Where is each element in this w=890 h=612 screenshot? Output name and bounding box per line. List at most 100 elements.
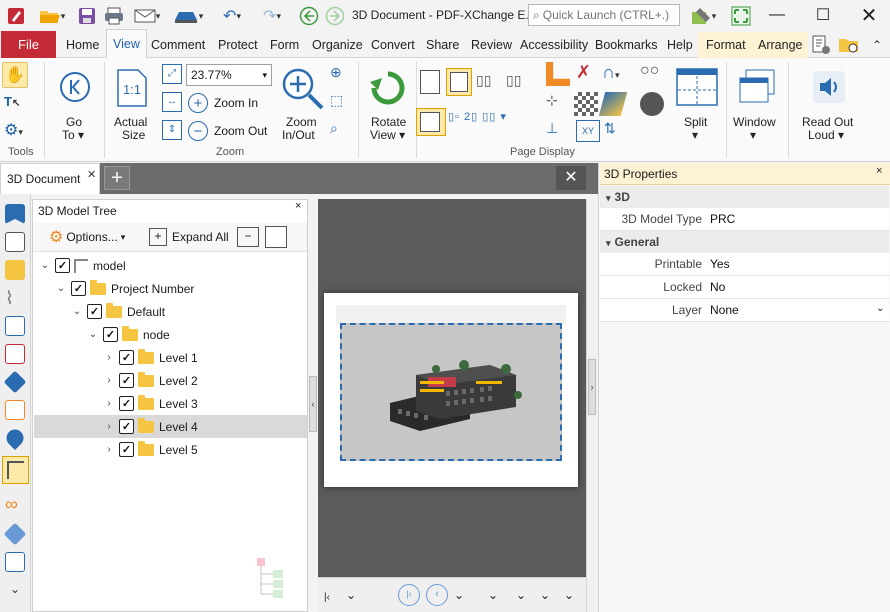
property-row-locked[interactable]: Locked No: [600, 276, 889, 299]
single-page-icon[interactable]: [420, 70, 440, 94]
print-icon[interactable]: [102, 5, 126, 27]
section-general-header[interactable]: ▾ General: [600, 231, 889, 253]
tab-protect[interactable]: Protect: [218, 32, 258, 58]
goto-button[interactable]: Go To ▾: [50, 64, 98, 144]
tab-format[interactable]: Format: [698, 32, 754, 58]
content-icon[interactable]: [5, 316, 25, 336]
tree-node[interactable]: › ✓ Level 2: [34, 369, 307, 392]
structure-icon[interactable]: [5, 552, 25, 572]
close-document-button[interactable]: ✕: [556, 166, 586, 190]
zoom-marquee-icon[interactable]: ⬚: [330, 92, 352, 114]
magnet-icon[interactable]: ∩▾: [602, 62, 628, 86]
hand-tool-icon[interactable]: ✋: [2, 62, 28, 88]
first-page-icon[interactable]: |‹: [324, 592, 330, 603]
transparency-grid-icon[interactable]: [574, 92, 598, 116]
open-folder-icon[interactable]: ▾: [34, 5, 70, 27]
3d-annotation-area[interactable]: [340, 323, 562, 461]
split-page-icon[interactable]: [416, 108, 446, 136]
tree-node[interactable]: › ✓ Level 1: [34, 346, 307, 369]
collapsed-chevron-icon[interactable]: ›: [102, 398, 116, 409]
expanded-chevron-icon[interactable]: ⌄: [86, 329, 100, 340]
glasses-icon[interactable]: ○○: [640, 62, 668, 86]
forward-icon[interactable]: [324, 5, 346, 27]
select-text-icon[interactable]: T↖: [4, 94, 30, 116]
save-icon[interactable]: [76, 5, 98, 27]
undo-icon[interactable]: ↶ ▾: [214, 5, 250, 27]
fit-page-icon[interactable]: ⤢: [162, 64, 182, 84]
collapsed-chevron-icon[interactable]: ›: [102, 421, 116, 432]
tree-node[interactable]: › ✓ Level 5: [34, 438, 307, 461]
first-page-button[interactable]: |‹: [398, 584, 420, 606]
chevron-down-icon[interactable]: ⌄: [564, 588, 574, 602]
close-panel-icon[interactable]: ×: [876, 165, 882, 177]
visibility-checkbox[interactable]: ✓: [119, 350, 134, 365]
tree-node[interactable]: ⌄ ✓ Project Number: [34, 277, 307, 300]
dark-mode-icon[interactable]: [640, 92, 664, 116]
tab-bookmarks[interactable]: Bookmarks: [595, 32, 658, 58]
read-out-loud-button[interactable]: Read Out Loud ▾: [798, 64, 860, 144]
tab-share[interactable]: Share: [426, 32, 459, 58]
folder-search-icon[interactable]: [836, 34, 862, 56]
links-icon[interactable]: ∞: [5, 494, 25, 514]
customize-icon[interactable]: ▾: [684, 5, 722, 27]
attachments-icon[interactable]: ⌇: [5, 288, 25, 308]
chevron-down-icon[interactable]: ⌄: [454, 588, 464, 602]
tab-accessibility[interactable]: Accessibility: [520, 32, 588, 58]
tree-node[interactable]: ⌄ ✓ model: [34, 254, 307, 277]
email-icon[interactable]: ▾: [130, 5, 164, 27]
doc-settings-icon[interactable]: [808, 34, 834, 56]
actual-size-button[interactable]: 1:1 Actual Size: [110, 64, 156, 144]
tree-node[interactable]: ⌄ ✓ node: [34, 323, 307, 346]
maximize-button[interactable]: ☐: [800, 0, 846, 30]
more-panes-icon[interactable]: ⌄: [5, 582, 25, 602]
collapsed-chevron-icon[interactable]: ›: [102, 444, 116, 455]
zoom-level-dropdown[interactable]: 23.77% ▾: [186, 64, 272, 86]
tab-review[interactable]: Review: [471, 32, 512, 58]
property-row-printable[interactable]: Printable Yes: [600, 253, 889, 276]
tab-comment[interactable]: Comment: [151, 32, 205, 58]
chevron-down-icon[interactable]: ⌄: [876, 303, 884, 314]
tab-convert[interactable]: Convert: [371, 32, 415, 58]
right-splitter-handle[interactable]: ›: [588, 359, 596, 415]
scan-icon[interactable]: ▾: [168, 5, 208, 27]
tab-organize[interactable]: Organize: [312, 32, 363, 58]
zoom-in-button[interactable]: + Zoom In: [188, 92, 272, 114]
panel-splitter-handle[interactable]: ‹: [309, 376, 317, 432]
previous-page-button[interactable]: ‹: [426, 584, 448, 606]
loupe-icon[interactable]: ⌕: [330, 120, 352, 142]
visibility-checkbox[interactable]: ✓: [87, 304, 102, 319]
expanded-chevron-icon[interactable]: ⌄: [38, 260, 52, 271]
fit-visible-icon[interactable]: ⇕: [162, 120, 182, 140]
tab-home[interactable]: Home: [66, 32, 99, 58]
close-tab-icon[interactable]: ✕: [87, 168, 96, 181]
grid-icon[interactable]: ⊹: [546, 92, 570, 116]
minimize-button[interactable]: —: [754, 0, 800, 30]
scroll-down-icon[interactable]: ⌄: [346, 588, 356, 602]
rotate-view-button[interactable]: Rotate View ▾: [362, 64, 414, 144]
collapsed-chevron-icon[interactable]: ›: [102, 352, 116, 363]
visibility-checkbox[interactable]: ✓: [55, 258, 70, 273]
zoom-magnify-icon[interactable]: ⊕: [330, 64, 352, 86]
section-3d-header[interactable]: ▾ 3D: [600, 186, 889, 208]
tree-node[interactable]: › ✓ Level 3: [34, 392, 307, 415]
guides-icon[interactable]: ✗: [576, 62, 598, 86]
quick-launch-box[interactable]: ⌕: [528, 4, 680, 26]
tab-view[interactable]: View: [106, 29, 147, 58]
fit-width-icon[interactable]: ↔: [162, 92, 182, 112]
redo-icon[interactable]: ↷ ▾: [254, 5, 290, 27]
snapshot-icon[interactable]: ⚙▾: [4, 120, 44, 142]
facing-continuous-icon[interactable]: ▯▯: [506, 72, 530, 90]
tab-file[interactable]: File: [1, 31, 56, 58]
fullscreen-icon[interactable]: [728, 5, 754, 27]
expand-all-button[interactable]: + Expand All: [149, 227, 229, 247]
close-window-button[interactable]: ✕: [846, 0, 890, 30]
visibility-checkbox[interactable]: ✓: [119, 373, 134, 388]
expanded-chevron-icon[interactable]: ⌄: [70, 306, 84, 317]
tab-arrange[interactable]: Arrange: [752, 32, 809, 58]
collapsed-chevron-icon[interactable]: ›: [102, 375, 116, 386]
close-panel-icon[interactable]: ×: [295, 200, 301, 212]
property-row-layer[interactable]: Layer None ⌄: [600, 299, 889, 322]
pages-icon[interactable]: [5, 232, 25, 252]
visibility-checkbox[interactable]: ✓: [119, 442, 134, 457]
page-layout-icons[interactable]: ▯▫ 2▯ ▯▯ ▾: [448, 110, 530, 134]
